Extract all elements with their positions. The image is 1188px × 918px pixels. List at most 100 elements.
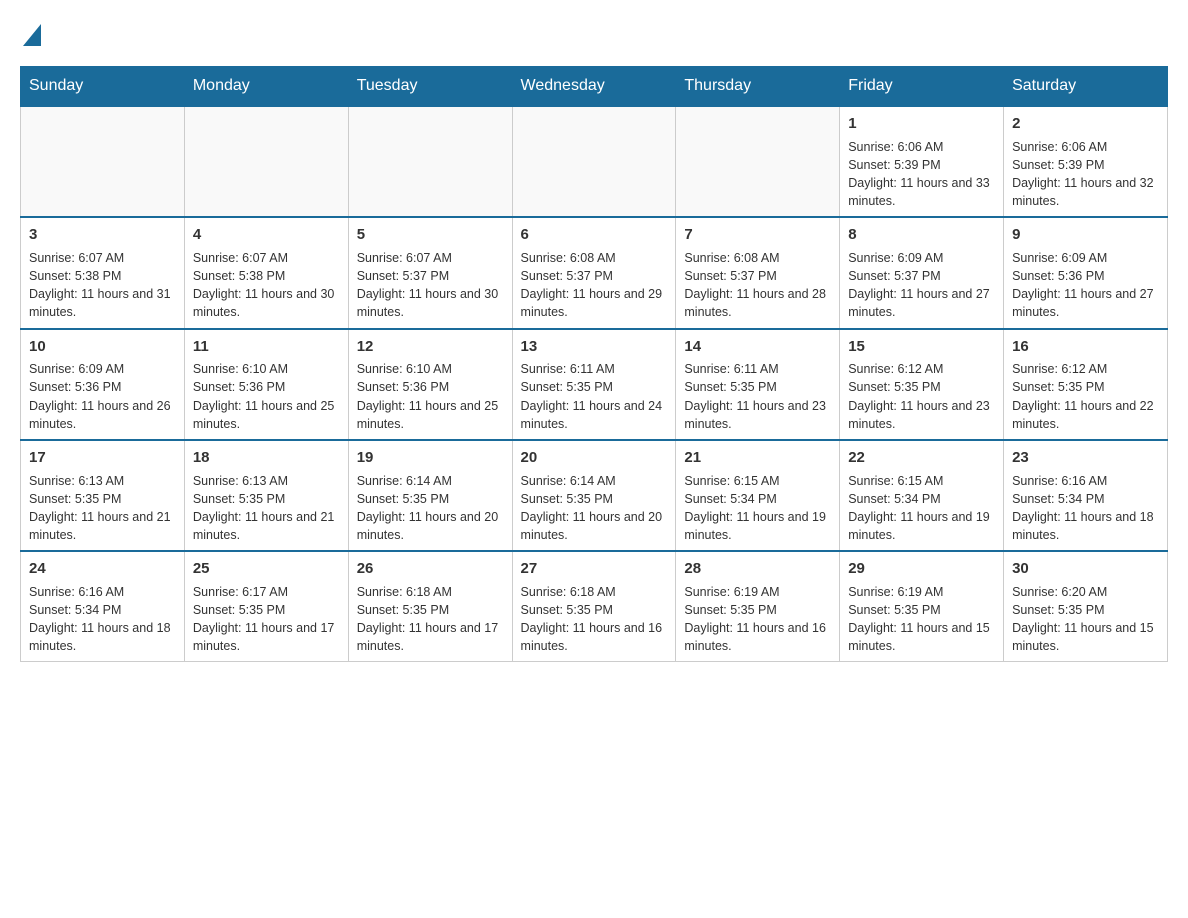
day-cell: 7 Sunrise: 6:08 AMSunset: 5:37 PMDaylight… [676,217,840,328]
day-cell: 29 Sunrise: 6:19 AMSunset: 5:35 PMDayligh… [840,551,1004,662]
day-cell: 25 Sunrise: 6:17 AMSunset: 5:35 PMDayligh… [184,551,348,662]
day-number: 26 [357,558,504,580]
day-info: Sunrise: 6:16 AMSunset: 5:34 PMDaylight:… [1012,474,1154,542]
weekday-header-tuesday: Tuesday [348,67,512,107]
day-cell: 20 Sunrise: 6:14 AMSunset: 5:35 PMDayligh… [512,440,676,551]
day-info: Sunrise: 6:12 AMSunset: 5:35 PMDaylight:… [1012,362,1154,430]
logo [20,20,41,46]
day-number: 9 [1012,224,1159,246]
day-number: 22 [848,447,995,469]
day-cell: 4Sunrise: 6:07 AMSunset: 5:38 PMDaylight… [184,217,348,328]
day-cell: 17Sunrise: 6:13 AMSunset: 5:35 PMDayligh… [21,440,185,551]
day-info: Sunrise: 6:08 AMSunset: 5:37 PMDaylight:… [684,251,826,319]
day-cell: 28 Sunrise: 6:19 AMSunset: 5:35 PMDayligh… [676,551,840,662]
day-info: Sunrise: 6:15 AMSunset: 5:34 PMDaylight:… [684,474,826,542]
day-cell: 30 Sunrise: 6:20 AMSunset: 5:35 PMDayligh… [1004,551,1168,662]
day-info: Sunrise: 6:09 AMSunset: 5:36 PMDaylight:… [29,362,171,430]
day-cell: 8 Sunrise: 6:09 AMSunset: 5:37 PMDaylight… [840,217,1004,328]
day-cell [184,106,348,217]
day-info: Sunrise: 6:06 AMSunset: 5:39 PMDaylight:… [1012,140,1154,208]
day-info: Sunrise: 6:19 AMSunset: 5:35 PMDaylight:… [848,585,990,653]
day-number: 30 [1012,558,1159,580]
day-cell: 19 Sunrise: 6:14 AMSunset: 5:35 PMDayligh… [348,440,512,551]
weekday-header-thursday: Thursday [676,67,840,107]
day-info: Sunrise: 6:15 AMSunset: 5:34 PMDaylight:… [848,474,990,542]
weekday-header-sunday: Sunday [21,67,185,107]
day-info: Sunrise: 6:12 AMSunset: 5:35 PMDaylight:… [848,362,990,430]
day-number: 7 [684,224,831,246]
day-info: Sunrise: 6:17 AMSunset: 5:35 PMDaylight:… [193,585,335,653]
day-cell: 2 Sunrise: 6:06 AMSunset: 5:39 PMDaylight… [1004,106,1168,217]
day-cell: 27 Sunrise: 6:18 AMSunset: 5:35 PMDayligh… [512,551,676,662]
day-info: Sunrise: 6:18 AMSunset: 5:35 PMDaylight:… [521,585,663,653]
day-number: 24 [29,558,176,580]
week-row-3: 10 Sunrise: 6:09 AMSunset: 5:36 PMDayligh… [21,329,1168,440]
day-info: Sunrise: 6:14 AMSunset: 5:35 PMDaylight:… [521,474,663,542]
day-info: Sunrise: 6:07 AMSunset: 5:37 PMDaylight:… [357,251,499,319]
day-number: 27 [521,558,668,580]
day-cell [676,106,840,217]
day-info: Sunrise: 6:11 AMSunset: 5:35 PMDaylight:… [521,362,663,430]
day-number: 25 [193,558,340,580]
day-info: Sunrise: 6:13 AMSunset: 5:35 PMDaylight:… [29,474,171,542]
day-cell: 14 Sunrise: 6:11 AMSunset: 5:35 PMDayligh… [676,329,840,440]
day-number: 10 [29,336,176,358]
day-cell: 15 Sunrise: 6:12 AMSunset: 5:35 PMDayligh… [840,329,1004,440]
day-number: 12 [357,336,504,358]
day-info: Sunrise: 6:16 AMSunset: 5:34 PMDaylight:… [29,585,171,653]
day-number: 3 [29,224,176,246]
day-info: Sunrise: 6:08 AMSunset: 5:37 PMDaylight:… [521,251,663,319]
day-cell: 3 Sunrise: 6:07 AMSunset: 5:38 PMDaylight… [21,217,185,328]
page-header [20,20,1168,46]
day-cell: 10 Sunrise: 6:09 AMSunset: 5:36 PMDayligh… [21,329,185,440]
day-cell: 6Sunrise: 6:08 AMSunset: 5:37 PMDaylight… [512,217,676,328]
day-cell: 18 Sunrise: 6:13 AMSunset: 5:35 PMDayligh… [184,440,348,551]
day-cell: 22 Sunrise: 6:15 AMSunset: 5:34 PMDayligh… [840,440,1004,551]
day-info: Sunrise: 6:09 AMSunset: 5:37 PMDaylight:… [848,251,990,319]
day-info: Sunrise: 6:06 AMSunset: 5:39 PMDaylight:… [848,140,990,208]
week-row-2: 3 Sunrise: 6:07 AMSunset: 5:38 PMDaylight… [21,217,1168,328]
weekday-header-wednesday: Wednesday [512,67,676,107]
day-number: 23 [1012,447,1159,469]
day-number: 29 [848,558,995,580]
day-number: 11 [193,336,340,358]
day-info: Sunrise: 6:07 AMSunset: 5:38 PMDaylight:… [29,251,171,319]
day-info: Sunrise: 6:11 AMSunset: 5:35 PMDaylight:… [684,362,826,430]
day-number: 2 [1012,113,1159,135]
calendar-table: SundayMondayTuesdayWednesdayThursdayFrid… [20,66,1168,662]
day-number: 20 [521,447,668,469]
day-info: Sunrise: 6:14 AMSunset: 5:35 PMDaylight:… [357,474,499,542]
day-info: Sunrise: 6:13 AMSunset: 5:35 PMDaylight:… [193,474,335,542]
day-cell: 5 Sunrise: 6:07 AMSunset: 5:37 PMDaylight… [348,217,512,328]
day-info: Sunrise: 6:10 AMSunset: 5:36 PMDaylight:… [193,362,335,430]
day-number: 1 [848,113,995,135]
day-info: Sunrise: 6:10 AMSunset: 5:36 PMDaylight:… [357,362,499,430]
day-cell [348,106,512,217]
day-number: 8 [848,224,995,246]
day-cell: 1 Sunrise: 6:06 AMSunset: 5:39 PMDaylight… [840,106,1004,217]
day-number: 19 [357,447,504,469]
week-row-4: 17Sunrise: 6:13 AMSunset: 5:35 PMDayligh… [21,440,1168,551]
weekday-header-row: SundayMondayTuesdayWednesdayThursdayFrid… [21,67,1168,107]
weekday-header-monday: Monday [184,67,348,107]
day-number: 15 [848,336,995,358]
day-number: 5 [357,224,504,246]
day-cell: 11 Sunrise: 6:10 AMSunset: 5:36 PMDayligh… [184,329,348,440]
day-number: 21 [684,447,831,469]
day-number: 13 [521,336,668,358]
day-info: Sunrise: 6:19 AMSunset: 5:35 PMDaylight:… [684,585,826,653]
day-info: Sunrise: 6:09 AMSunset: 5:36 PMDaylight:… [1012,251,1154,319]
weekday-header-friday: Friday [840,67,1004,107]
day-cell: 24 Sunrise: 6:16 AMSunset: 5:34 PMDayligh… [21,551,185,662]
day-number: 28 [684,558,831,580]
week-row-1: 1 Sunrise: 6:06 AMSunset: 5:39 PMDaylight… [21,106,1168,217]
day-cell: 21 Sunrise: 6:15 AMSunset: 5:34 PMDayligh… [676,440,840,551]
day-cell: 23 Sunrise: 6:16 AMSunset: 5:34 PMDayligh… [1004,440,1168,551]
day-number: 18 [193,447,340,469]
day-number: 16 [1012,336,1159,358]
day-number: 4 [193,224,340,246]
day-number: 14 [684,336,831,358]
day-info: Sunrise: 6:18 AMSunset: 5:35 PMDaylight:… [357,585,499,653]
day-cell: 12 Sunrise: 6:10 AMSunset: 5:36 PMDayligh… [348,329,512,440]
day-info: Sunrise: 6:20 AMSunset: 5:35 PMDaylight:… [1012,585,1154,653]
